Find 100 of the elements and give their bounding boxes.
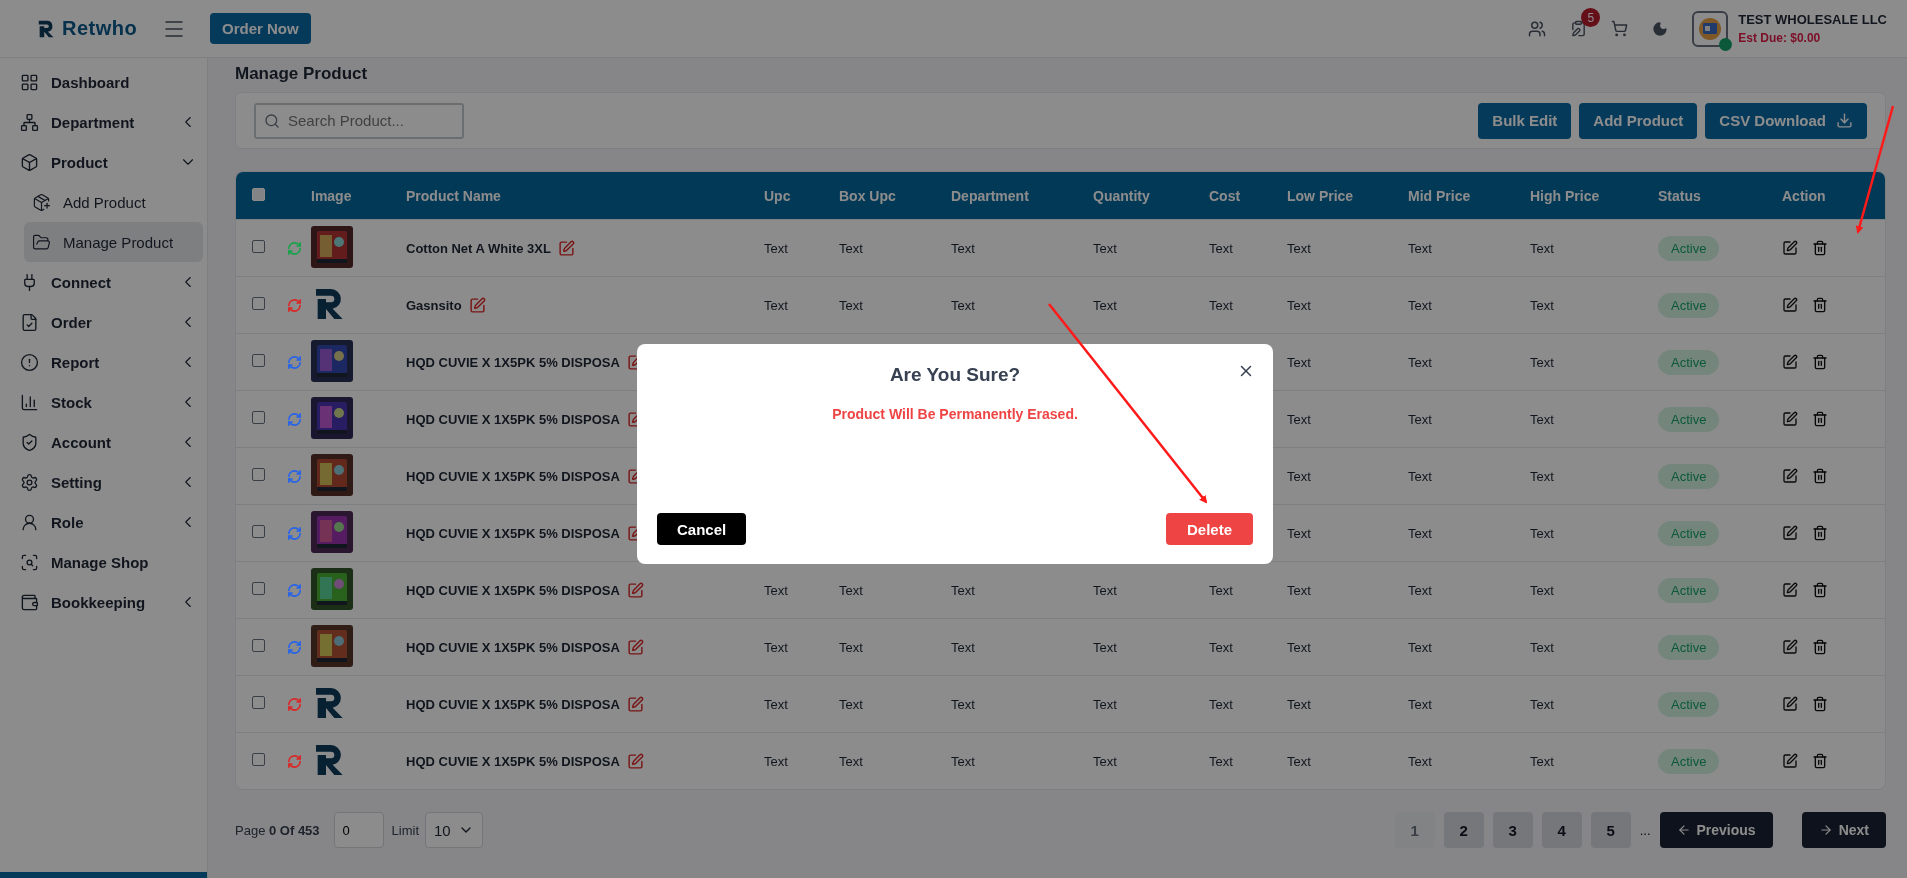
sidebar-item[interactable]: Report xyxy=(14,342,203,382)
package-plus-icon xyxy=(32,192,51,212)
edit-icon[interactable] xyxy=(1782,411,1798,427)
cancel-button[interactable]: Cancel xyxy=(657,513,747,545)
cart-icon[interactable] xyxy=(1611,20,1629,37)
next-button[interactable]: Next xyxy=(1801,812,1886,848)
trash-icon[interactable] xyxy=(1812,411,1828,427)
page-button[interactable]: 5 xyxy=(1590,812,1631,848)
trash-icon[interactable] xyxy=(1812,468,1828,484)
table-cell-text: Text xyxy=(1408,354,1433,370)
column-header: Cost xyxy=(1209,187,1242,204)
sidebar-item[interactable]: Manage Product xyxy=(24,222,203,262)
table-cell-text: Text xyxy=(951,297,976,313)
row-checkbox[interactable] xyxy=(252,468,265,481)
edit-icon[interactable] xyxy=(1782,753,1798,769)
column-header: Upc xyxy=(764,187,792,204)
wallet-icon xyxy=(20,592,39,612)
clipboard-icon[interactable] xyxy=(1570,20,1588,37)
column-header: Department xyxy=(951,187,1030,204)
row-checkbox[interactable] xyxy=(252,525,265,538)
sidebar-item[interactable]: Role xyxy=(14,502,203,542)
status-badge: Active xyxy=(1658,406,1720,432)
trash-icon[interactable] xyxy=(1812,639,1828,655)
table-cell-text: Text xyxy=(1093,696,1118,712)
table-cell-text: Text xyxy=(839,240,864,256)
sidebar-item[interactable]: Stock xyxy=(14,382,203,422)
sidebar-item[interactable]: Order xyxy=(14,302,203,342)
sidebar-item[interactable]: Manage Shop xyxy=(14,542,203,582)
people-icon[interactable] xyxy=(1528,19,1547,38)
toolbar-button[interactable]: Add Product xyxy=(1579,102,1698,139)
column-header: High Price xyxy=(1530,187,1601,204)
sidebar-item[interactable]: Connect xyxy=(14,262,203,302)
sidebar-item[interactable]: Product xyxy=(14,142,203,182)
trash-icon[interactable] xyxy=(1812,354,1828,370)
page-button[interactable]: 4 xyxy=(1541,812,1582,848)
toolbar-button[interactable]: CSV Download xyxy=(1705,102,1867,139)
select-all-checkbox[interactable] xyxy=(252,187,265,201)
edit-icon[interactable] xyxy=(1782,525,1798,541)
edit-icon[interactable] xyxy=(1782,582,1798,598)
moon-icon[interactable] xyxy=(1652,20,1669,37)
delete-button[interactable]: Delete xyxy=(1165,513,1253,545)
table-cell-text: Text xyxy=(764,240,789,256)
table-cell-text: Text xyxy=(1287,240,1312,256)
column-header: Mid Price xyxy=(1408,187,1472,204)
row-checkbox[interactable] xyxy=(252,354,265,367)
row-checkbox[interactable] xyxy=(252,639,265,652)
trash-icon[interactable] xyxy=(1812,753,1828,769)
row-checkbox[interactable] xyxy=(252,753,265,766)
table-cell-text: Text xyxy=(1093,582,1118,598)
table-cell-text: Text xyxy=(1209,753,1234,769)
table-cell-text: Text xyxy=(839,297,864,313)
edit-icon[interactable] xyxy=(1782,297,1798,313)
status-badge: Active xyxy=(1658,463,1720,489)
sidebar-item[interactable]: Setting xyxy=(14,462,203,502)
edit-icon[interactable] xyxy=(1782,240,1798,256)
table-cell-text: Text xyxy=(1287,696,1312,712)
edit-icon[interactable] xyxy=(1782,468,1798,484)
column-header: Box Upc xyxy=(839,187,897,204)
column-header: Product Name xyxy=(406,187,502,204)
row-checkbox[interactable] xyxy=(252,297,265,310)
status-badge: Active xyxy=(1658,235,1720,261)
table-cell-text: Text xyxy=(1530,696,1555,712)
sidebar-item[interactable]: Add Product xyxy=(24,182,203,222)
box-icon xyxy=(20,152,39,172)
edit-icon[interactable] xyxy=(1782,354,1798,370)
row-checkbox[interactable] xyxy=(252,411,265,424)
table-cell-text: Text xyxy=(839,639,864,655)
sidebar-item[interactable]: Account xyxy=(14,422,203,462)
logo[interactable]: Retwho xyxy=(36,17,138,40)
page-button[interactable]: 1 xyxy=(1394,812,1435,848)
order-now-button[interactable]: Order Now xyxy=(210,13,311,44)
trash-icon[interactable] xyxy=(1812,240,1828,256)
row-checkbox[interactable] xyxy=(252,240,265,253)
row-checkbox[interactable] xyxy=(252,696,265,709)
limit-select[interactable]: 10 xyxy=(425,812,484,848)
product-name: HQD CUVIE X 1X5PK 5% DISPOSA xyxy=(406,696,620,712)
page-input[interactable]: 0 xyxy=(333,812,384,848)
table-cell-text: Text xyxy=(1530,411,1555,427)
sidebar-item[interactable]: Department xyxy=(14,102,203,142)
status-badge: Active xyxy=(1658,292,1720,318)
alert-icon xyxy=(20,352,39,372)
trash-icon[interactable] xyxy=(1812,582,1828,598)
toolbar-button[interactable]: Bulk Edit xyxy=(1478,102,1572,139)
status-badge: Active xyxy=(1658,349,1720,375)
row-checkbox[interactable] xyxy=(252,582,265,595)
trash-icon[interactable] xyxy=(1812,525,1828,541)
edit-icon[interactable] xyxy=(1782,696,1798,712)
edit-icon[interactable] xyxy=(1782,639,1798,655)
arrow-right-icon xyxy=(1818,823,1833,837)
table-cell-text: Text xyxy=(951,696,976,712)
page-button[interactable]: 2 xyxy=(1443,812,1484,848)
sidebar-item[interactable]: Dashboard xyxy=(14,62,203,102)
page-button[interactable]: 3 xyxy=(1492,812,1533,848)
previous-button[interactable]: Previous xyxy=(1659,812,1773,848)
search-field[interactable]: Search Product... xyxy=(254,102,464,139)
sidebar-item[interactable]: Bookkeeping xyxy=(14,582,203,622)
trash-icon[interactable] xyxy=(1812,696,1828,712)
table-cell-text: Text xyxy=(1408,297,1433,313)
table-cell-text: Text xyxy=(1530,582,1555,598)
trash-icon[interactable] xyxy=(1812,297,1828,313)
